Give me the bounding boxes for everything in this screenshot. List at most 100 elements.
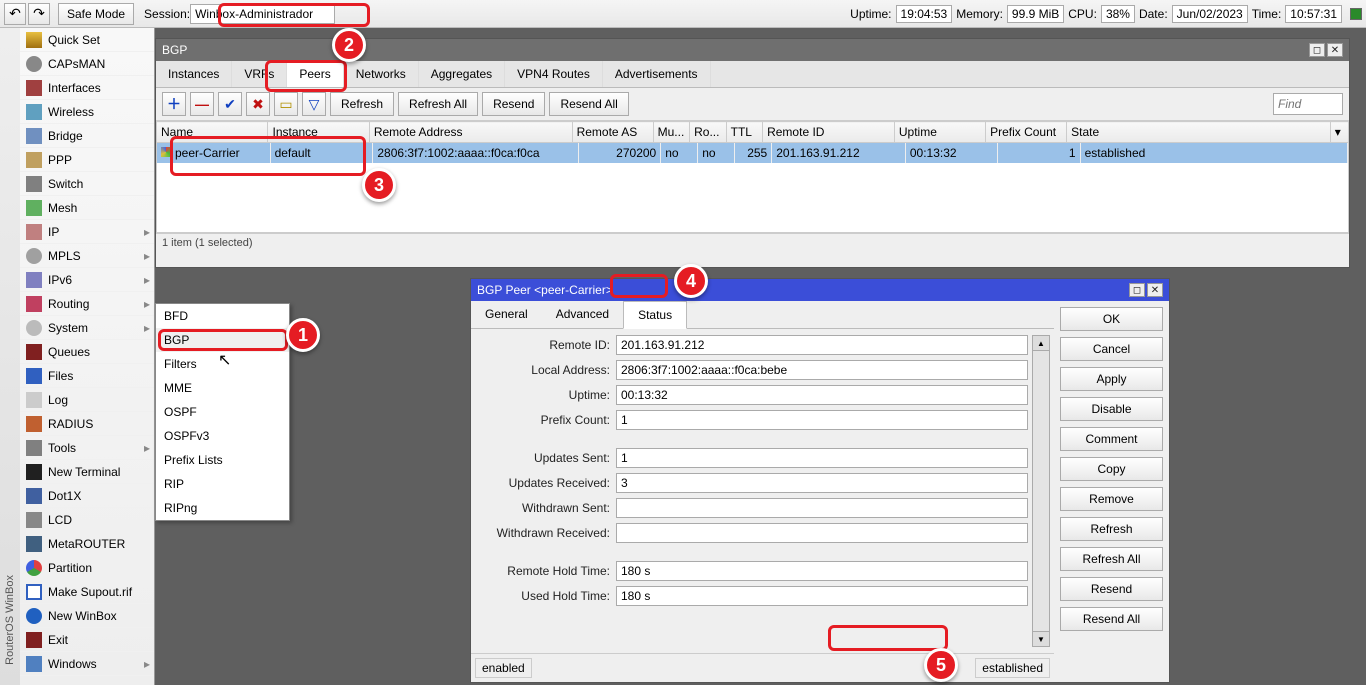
field-input-localaddress[interactable] [616, 360, 1028, 380]
submenu-item-rip[interactable]: RIP [156, 472, 289, 496]
sidebar-item-switch[interactable]: Switch [20, 172, 154, 196]
column-header[interactable]: TTL [726, 122, 762, 143]
sidebar-item-exit[interactable]: Exit [20, 628, 154, 652]
columns-menu-icon[interactable]: ▾ [1330, 122, 1348, 143]
sidebar-item-lcd[interactable]: LCD [20, 508, 154, 532]
submenu-item-ospfv3[interactable]: OSPFv3 [156, 424, 289, 448]
sidebar-item-interfaces[interactable]: Interfaces [20, 76, 154, 100]
close-icon[interactable]: ✕ [1147, 283, 1163, 297]
remove-button[interactable]: Remove [1060, 487, 1163, 511]
resend-all-button[interactable]: Resend All [549, 92, 628, 116]
sidebar-item-ppp[interactable]: PPP [20, 148, 154, 172]
sidebar-item-make-supout[interactable]: Make Supout.rif [20, 580, 154, 604]
submenu-item-bfd[interactable]: BFD [156, 304, 289, 328]
field-input-usedholdtime[interactable] [616, 586, 1028, 606]
refresh-button[interactable]: Refresh [330, 92, 394, 116]
comment-button[interactable]: ▭ [274, 92, 298, 116]
tab-advanced[interactable]: Advanced [542, 301, 623, 328]
refresh-all-button[interactable]: Refresh All [398, 92, 478, 116]
tab-status[interactable]: Status [623, 301, 687, 329]
field-input-prefixcount[interactable] [616, 410, 1028, 430]
sidebar-item-quick-set[interactable]: Quick Set [20, 28, 154, 52]
refresh-button[interactable]: Refresh [1060, 517, 1163, 541]
sidebar-item-metarouter[interactable]: MetaROUTER [20, 532, 154, 556]
column-header[interactable]: Remote ID [763, 122, 895, 143]
column-header[interactable]: Remote AS [572, 122, 653, 143]
minimize-icon[interactable]: ◻ [1309, 43, 1325, 57]
tab-general[interactable]: General [471, 301, 542, 328]
tab-vrfs[interactable]: VRFs [232, 61, 287, 87]
submenu-item-mme[interactable]: MME [156, 376, 289, 400]
column-header[interactable]: Prefix Count [986, 122, 1067, 143]
redo-button[interactable]: ↷ [28, 3, 50, 25]
remove-button[interactable]: — [190, 92, 214, 116]
sidebar-item-partition[interactable]: Partition [20, 556, 154, 580]
session-input[interactable] [190, 4, 335, 24]
column-header[interactable]: Ro... [690, 122, 726, 143]
scrollbar[interactable]: ▲ ▼ [1032, 335, 1050, 647]
sidebar-item-wireless[interactable]: Wireless [20, 100, 154, 124]
refresh-all-button[interactable]: Refresh All [1060, 547, 1163, 571]
find-input[interactable] [1273, 93, 1343, 115]
sidebar-item-ip[interactable]: IP▸ [20, 220, 154, 244]
scroll-down-icon[interactable]: ▼ [1032, 631, 1050, 647]
resend-button[interactable]: Resend [482, 92, 545, 116]
tab-networks[interactable]: Networks [344, 61, 419, 87]
disable-button[interactable]: Disable [1060, 397, 1163, 421]
submenu-item-ospf[interactable]: OSPF [156, 400, 289, 424]
disable-button[interactable]: ✖ [246, 92, 270, 116]
column-header[interactable]: Instance [268, 122, 369, 143]
ok-button[interactable]: OK [1060, 307, 1163, 331]
sidebar-item-radius[interactable]: RADIUS [20, 412, 154, 436]
scroll-up-icon[interactable]: ▲ [1032, 335, 1050, 351]
sidebar-item-dot1x[interactable]: Dot1X [20, 484, 154, 508]
safe-mode-button[interactable]: Safe Mode [58, 3, 134, 25]
submenu-item-prefix-lists[interactable]: Prefix Lists [156, 448, 289, 472]
sidebar-item-files[interactable]: Files [20, 364, 154, 388]
minimize-icon[interactable]: ◻ [1129, 283, 1145, 297]
add-button[interactable]: ＋ [162, 92, 186, 116]
enable-button[interactable]: ✔ [218, 92, 242, 116]
column-header[interactable]: Uptime [894, 122, 985, 143]
sidebar-item-ipv6[interactable]: IPv6▸ [20, 268, 154, 292]
sidebar-item-mesh[interactable]: Mesh [20, 196, 154, 220]
tab-advertisements[interactable]: Advertisements [603, 61, 711, 87]
comment-button[interactable]: Comment [1060, 427, 1163, 451]
resend-all-button[interactable]: Resend All [1060, 607, 1163, 631]
sidebar-item-capsman[interactable]: CAPsMAN [20, 52, 154, 76]
apply-button[interactable]: Apply [1060, 367, 1163, 391]
sidebar-item-routing[interactable]: Routing▸ [20, 292, 154, 316]
field-input-remoteid[interactable] [616, 335, 1028, 355]
field-input-updatesreceived[interactable] [616, 473, 1028, 493]
submenu-item-bgp[interactable]: BGP [156, 328, 289, 352]
field-input-withdrawnreceived[interactable] [616, 523, 1028, 543]
sidebar-item-new-terminal[interactable]: New Terminal [20, 460, 154, 484]
close-icon[interactable]: ✕ [1327, 43, 1343, 57]
cancel-button[interactable]: Cancel [1060, 337, 1163, 361]
tab-instances[interactable]: Instances [156, 61, 232, 87]
sidebar-item-system[interactable]: System▸ [20, 316, 154, 340]
column-header[interactable]: Remote Address [369, 122, 572, 143]
field-input-remoteholdtime[interactable] [616, 561, 1028, 581]
field-input-uptime[interactable] [616, 385, 1028, 405]
peer-window-titlebar[interactable]: BGP Peer <peer-Carrier> ◻ ✕ [471, 279, 1169, 301]
sidebar-item-bridge[interactable]: Bridge [20, 124, 154, 148]
sidebar-item-tools[interactable]: Tools▸ [20, 436, 154, 460]
submenu-item-ripng[interactable]: RIPng [156, 496, 289, 520]
column-header[interactable]: Name [157, 122, 268, 143]
filter-button[interactable]: ▽ [302, 92, 326, 116]
sidebar-item-mpls[interactable]: MPLS▸ [20, 244, 154, 268]
field-input-updatessent[interactable] [616, 448, 1028, 468]
table-row[interactable]: peer-Carrierdefault2806:3f7:1002:aaaa::f… [157, 143, 1348, 163]
column-header[interactable]: Mu... [653, 122, 689, 143]
sidebar-item-queues[interactable]: Queues [20, 340, 154, 364]
sidebar-item-windows[interactable]: Windows▸ [20, 652, 154, 676]
tab-vpn4-routes[interactable]: VPN4 Routes [505, 61, 603, 87]
tab-aggregates[interactable]: Aggregates [419, 61, 505, 87]
sidebar-item-new-winbox[interactable]: New WinBox [20, 604, 154, 628]
resend-button[interactable]: Resend [1060, 577, 1163, 601]
tab-peers[interactable]: Peers [287, 61, 343, 87]
field-input-withdrawnsent[interactable] [616, 498, 1028, 518]
undo-button[interactable]: ↶ [4, 3, 26, 25]
copy-button[interactable]: Copy [1060, 457, 1163, 481]
